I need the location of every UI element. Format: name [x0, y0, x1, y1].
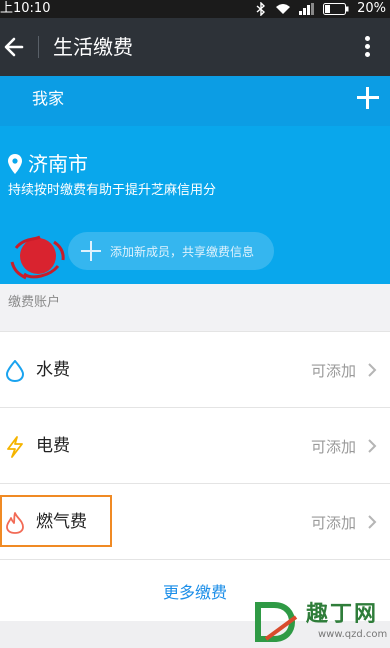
city-name: 济南市 [28, 152, 88, 176]
battery-level: 20% [357, 1, 386, 16]
watermark-logo [255, 602, 298, 642]
flame-icon [6, 512, 24, 534]
battery-icon [323, 3, 349, 15]
household-name: 我家 [32, 89, 65, 108]
page-title: 生活缴费 [53, 35, 133, 59]
wifi-icon [276, 4, 291, 14]
account-row-gas[interactable]: 燃气费 可添加 [0, 483, 390, 559]
account-name: 水费 [36, 360, 70, 380]
account-status: 可添加 [310, 438, 356, 456]
add-member-button[interactable]: 添加新成员，共享缴费信息 [68, 232, 274, 270]
credit-hint: 持续按时缴费有助于提升芝麻信用分 [8, 183, 217, 198]
signal-icon [299, 3, 315, 15]
chevron-right-icon [368, 515, 377, 529]
member-avatar[interactable] [10, 234, 66, 280]
account-list: 水费 可添加 电费 可添加 燃气费 可添加 [0, 331, 390, 559]
bluetooth-icon [256, 2, 266, 16]
water-drop-icon [5, 360, 25, 382]
chevron-right-icon [368, 439, 377, 453]
watermark-url: www.qzd.com [318, 629, 388, 640]
chevron-right-icon [368, 363, 377, 377]
account-name: 电费 [36, 436, 70, 456]
add-household-icon[interactable] [354, 84, 382, 112]
section-title: 缴费账户 [8, 295, 61, 310]
watermark-text: 趣丁网 [306, 601, 379, 627]
location-pin-icon [8, 154, 22, 174]
lightning-icon [7, 436, 23, 458]
back-arrow-icon[interactable] [2, 33, 28, 61]
account-row-electricity[interactable]: 电费 可添加 [0, 407, 390, 483]
city-selector[interactable]: 济南市 [8, 150, 88, 178]
status-indicators: 20% [255, 0, 386, 18]
status-time: 上10:10 [0, 1, 51, 16]
household-selector[interactable]: 我家 [0, 76, 390, 126]
status-bar: 上10:10 20% [0, 0, 390, 18]
household-card: 我家 济南市 持续按时缴费有助于提升芝麻信用分 添加新成员，共享缴费信息 [0, 76, 390, 284]
app-header: 生活缴费 [0, 18, 390, 76]
account-status: 可添加 [310, 514, 356, 532]
account-name: 燃气费 [36, 512, 87, 532]
header-divider [38, 36, 39, 58]
account-status: 可添加 [310, 362, 356, 380]
plus-icon [78, 238, 104, 264]
add-member-label: 添加新成员，共享缴费信息 [110, 244, 255, 259]
site-watermark: 趣丁网 www.qzd.com [252, 599, 388, 647]
more-options-icon[interactable] [358, 34, 376, 62]
account-row-water[interactable]: 水费 可添加 [0, 331, 390, 407]
